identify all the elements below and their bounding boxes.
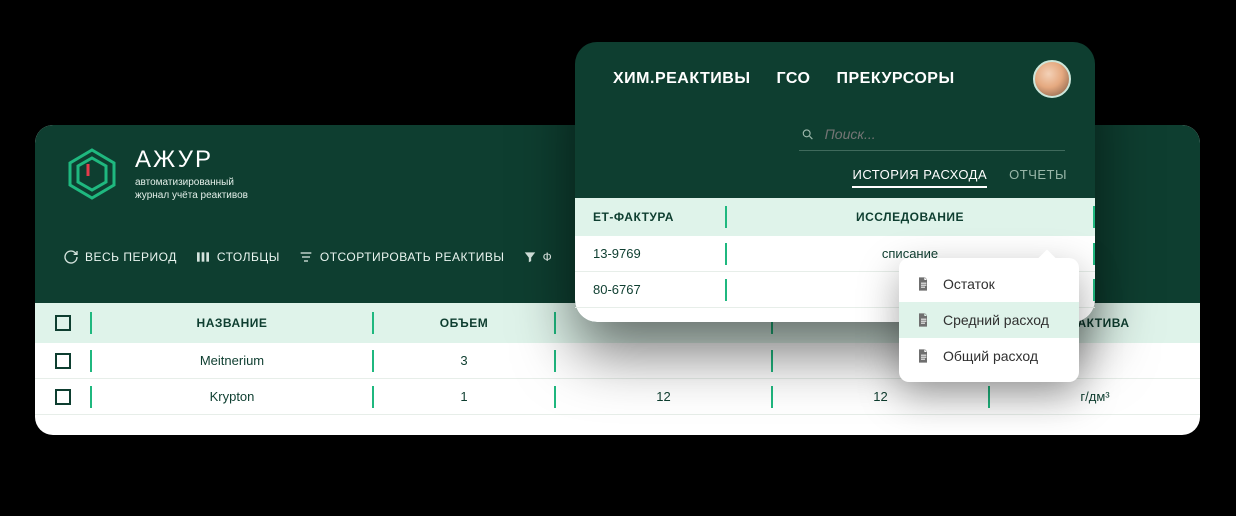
cell-name: Meitnerium [92, 353, 372, 368]
report-average[interactable]: Средний расход [899, 302, 1079, 338]
sub-nav: ИСТОРИЯ РАСХОДА ОТЧЕТЫ [599, 167, 1071, 198]
brand-subtitle: автоматизированный журнал учёта реактиво… [135, 176, 248, 202]
top-nav: ХИМ.РЕАКТИВЫ ГСО ПРЕКУРСОРЫ [599, 60, 1071, 98]
nav-tab-reagents[interactable]: ХИМ.РЕАКТИВЫ [613, 70, 751, 88]
avatar[interactable] [1033, 60, 1071, 98]
cell-invoice: 13-9769 [575, 246, 725, 261]
menu-item-label: Средний расход [943, 312, 1049, 328]
logo-hexagon-icon [63, 145, 121, 203]
detail-panel: ХИМ.РЕАКТИВЫ ГСО ПРЕКУРСОРЫ ИСТОРИЯ РАСХ… [575, 42, 1095, 322]
cell-unit: г/дм³ [990, 389, 1200, 404]
document-icon [915, 312, 931, 328]
column-header-name[interactable]: НАЗВАНИЕ [92, 316, 372, 330]
sort-button[interactable]: ОТСОРТИРОВАТЬ РЕАКТИВЫ [298, 249, 505, 265]
table-row[interactable]: Krypton 1 12 12 г/дм³ [35, 379, 1200, 415]
subnav-reports[interactable]: ОТЧЕТЫ [1009, 167, 1067, 188]
cell-volume: 1 [374, 389, 554, 404]
report-remainder[interactable]: Остаток [899, 266, 1079, 302]
sort-icon [298, 249, 314, 265]
search-input[interactable] [825, 126, 1063, 142]
columns-icon [195, 249, 211, 265]
filter-button[interactable]: Ф [523, 250, 553, 264]
row-checkbox[interactable] [55, 389, 71, 405]
funnel-icon [523, 250, 537, 264]
nav-tab-precursors[interactable]: ПРЕКУРСОРЫ [836, 70, 954, 88]
report-total[interactable]: Общий расход [899, 338, 1079, 374]
refresh-icon [63, 249, 79, 265]
brand-title: АЖУР [135, 146, 248, 174]
menu-item-label: Общий расход [943, 348, 1038, 364]
column-header-invoice[interactable]: ЕТ-ФАКТУРА [575, 210, 725, 224]
select-all-checkbox[interactable] [55, 315, 71, 331]
document-icon [915, 348, 931, 364]
period-filter-button[interactable]: ВЕСЬ ПЕРИОД [63, 249, 177, 265]
cell-volume: 3 [374, 353, 554, 368]
search-icon [801, 127, 815, 142]
reports-dropdown: Остаток Средний расход Общий расход [899, 258, 1079, 382]
menu-item-label: Остаток [943, 276, 995, 292]
nav-tab-gso[interactable]: ГСО [777, 70, 811, 88]
history-table-header: ЕТ-ФАКТУРА ИССЛЕДОВАНИЕ [575, 198, 1095, 236]
subnav-history[interactable]: ИСТОРИЯ РАСХОДА [852, 167, 987, 188]
cell-name: Krypton [92, 389, 372, 404]
columns-button[interactable]: СТОЛБЦЫ [195, 249, 280, 265]
search-bar[interactable] [799, 122, 1065, 151]
header-checkbox-cell [35, 315, 90, 331]
column-header-volume[interactable]: ОБЪЕМ [374, 316, 554, 330]
row-checkbox[interactable] [55, 353, 71, 369]
column-header-research[interactable]: ИССЛЕДОВАНИЕ [727, 210, 1093, 224]
document-icon [915, 276, 931, 292]
cell-invoice: 80-6767 [575, 282, 725, 297]
